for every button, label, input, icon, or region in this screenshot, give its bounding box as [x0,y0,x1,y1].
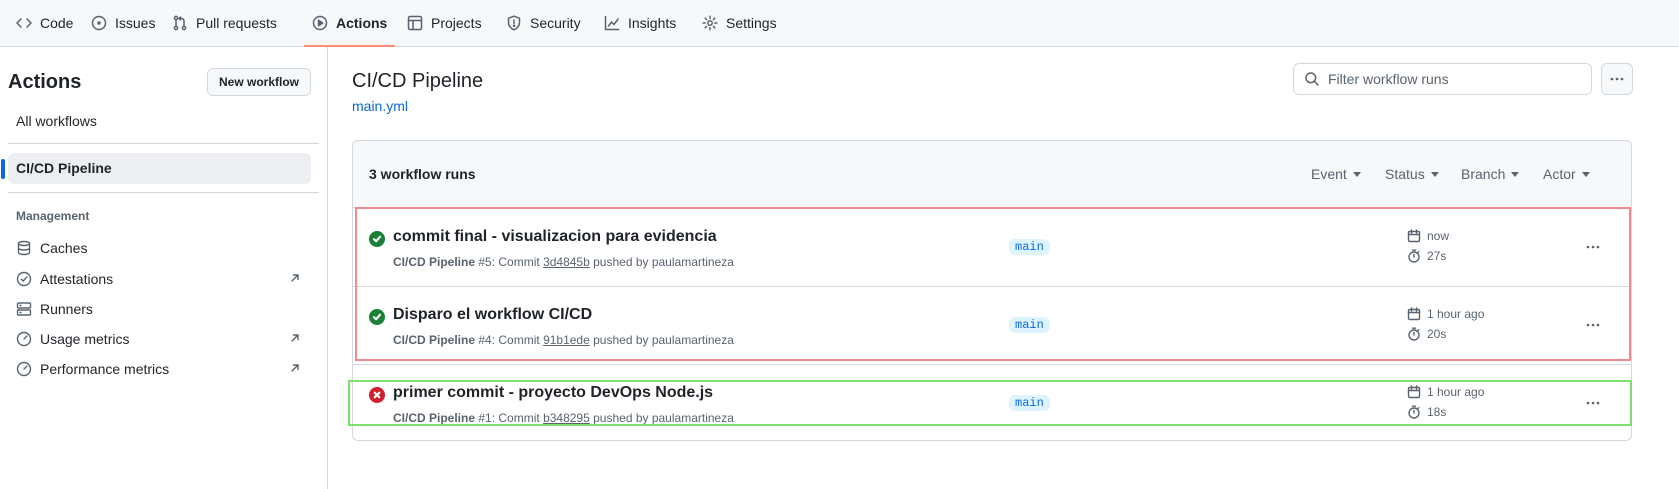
sidebar-item-label: CI/CD Pipeline [16,160,112,176]
workflow-runs-list: 3 workflow runs Event Status Branch Acto… [352,140,1632,441]
kebab-horizontal-icon [1586,245,1600,249]
run-duration: 18s [1407,405,1446,419]
branch-label[interactable]: main [1009,239,1050,255]
sidebar-item-performance-metrics[interactable]: Performance metrics [16,357,302,381]
branch-label[interactable]: main [1009,395,1050,411]
stopwatch-icon [1408,327,1420,341]
tab-pull-requests[interactable]: Pull requests [172,0,277,46]
sidebar-item-ci-cd-pipeline[interactable]: CI/CD Pipeline [1,153,311,184]
filter-input[interactable] [1328,71,1578,87]
caret-down-icon [1581,171,1590,177]
gear-icon [702,15,718,31]
run-failure-icon [369,387,385,403]
run-row: Disparo el workflow CI/CD CI/CD Pipeline… [353,287,1631,365]
actor-filter-dropdown[interactable]: Actor [1543,166,1590,182]
run-title-link[interactable]: primer commit - proyecto DevOps Node.js [393,384,713,402]
run-timestamp: now [1407,229,1449,243]
pull-request-icon [173,15,187,31]
shield-icon [507,15,521,31]
kebab-horizontal-icon [1586,323,1600,327]
run-meta: CI/CD Pipeline #4: Commit 91b1ede pushed… [393,333,734,347]
event-filter-dropdown[interactable]: Event [1311,166,1361,182]
repo-nav: Code Issues Pull requests Actions Projec… [0,0,1679,47]
run-title-link[interactable]: commit final - visualizacion para eviden… [393,228,717,246]
actions-sidebar: Actions New workflow All workflows CI/CD… [0,47,328,489]
external-link-icon [291,274,299,282]
database-icon [17,240,31,256]
workflow-menu-button[interactable] [1601,63,1633,95]
caret-down-icon [1352,171,1361,177]
status-filter-dropdown[interactable]: Status [1385,166,1439,182]
code-icon [16,18,32,28]
tab-actions[interactable]: Actions [303,0,396,47]
server-icon [16,302,32,316]
caret-down-icon [1511,171,1520,177]
workflow-file-link[interactable]: main.yml [352,98,408,114]
new-workflow-button[interactable]: New workflow [207,68,311,96]
run-success-icon [369,309,385,325]
external-link-icon [291,364,299,372]
run-title-link[interactable]: Disparo el workflow CI/CD [393,306,592,324]
table-icon [407,15,423,31]
calendar-icon [1407,307,1421,321]
graph-icon [604,15,620,31]
commit-sha-link[interactable]: 91b1ede [543,333,590,347]
search-icon [1305,72,1319,86]
branch-label[interactable]: main [1009,317,1050,333]
sidebar-item-runners[interactable]: Runners [16,297,302,321]
calendar-icon [1407,229,1421,243]
caret-down-icon [1430,171,1439,177]
tab-code[interactable]: Code [16,0,73,46]
tab-settings[interactable]: Settings [702,0,777,46]
stopwatch-icon [1408,405,1420,419]
workflow-title: CI/CD Pipeline [352,70,484,92]
sidebar-title: Actions [8,71,82,93]
run-success-icon [369,231,385,247]
sidebar-item-caches[interactable]: Caches [16,236,302,260]
runs-count: 3 workflow runs [369,166,476,182]
meter-icon [16,361,32,377]
play-icon [312,15,328,31]
calendar-icon [1407,385,1421,399]
meter-icon [16,331,32,347]
sidebar-item-all-workflows[interactable]: All workflows [16,113,97,129]
commit-sha-link[interactable]: 3d4845b [543,255,590,269]
sidebar-divider [8,192,319,193]
sidebar-divider [8,143,319,144]
tab-security[interactable]: Security [506,0,581,46]
sidebar-item-usage-metrics[interactable]: Usage metrics [16,327,302,351]
run-duration: 27s [1407,249,1446,263]
kebab-horizontal-icon [1586,401,1600,405]
kebab-horizontal-icon [1610,77,1624,81]
tab-issues[interactable]: Issues [91,0,155,46]
run-duration: 20s [1407,327,1446,341]
sidebar-item-attestations[interactable]: Attestations [16,267,302,291]
run-menu-button[interactable] [1579,391,1607,415]
run-menu-button[interactable] [1579,235,1607,259]
management-heading: Management [16,209,90,223]
tab-insights[interactable]: Insights [604,0,676,46]
branch-filter-dropdown[interactable]: Branch [1461,166,1520,182]
run-timestamp: 1 hour ago [1407,385,1484,399]
stopwatch-icon [1408,249,1420,263]
filter-workflow-runs[interactable] [1293,63,1592,95]
run-meta: CI/CD Pipeline #5: Commit 3d4845b pushed… [393,255,734,269]
runs-header: 3 workflow runs Event Status Branch Acto… [353,141,1631,208]
external-link-icon [291,334,299,342]
run-timestamp: 1 hour ago [1407,307,1484,321]
verified-icon [16,271,32,287]
issue-icon [91,15,107,31]
tab-projects[interactable]: Projects [407,0,482,46]
run-meta: CI/CD Pipeline #1: Commit b348295 pushed… [393,411,734,425]
commit-sha-link[interactable]: b348295 [543,411,590,425]
run-row: commit final - visualizacion para eviden… [353,209,1631,287]
run-row: primer commit - proyecto DevOps Node.js … [353,365,1631,440]
run-menu-button[interactable] [1579,313,1607,337]
